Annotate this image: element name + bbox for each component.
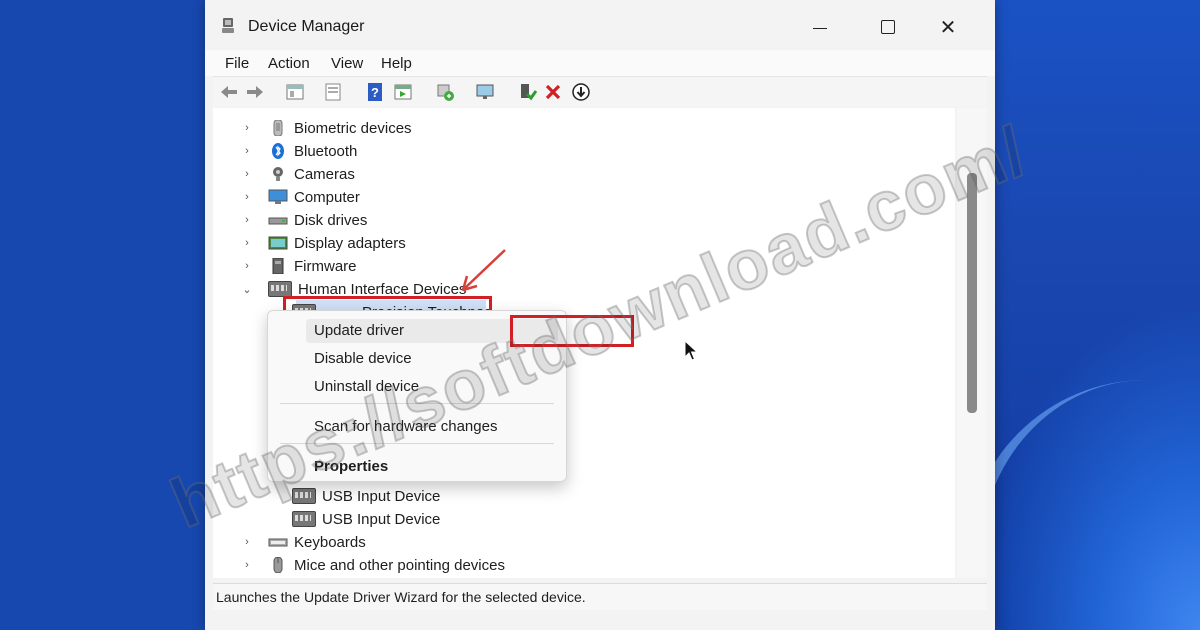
refresh-icon[interactable]	[323, 82, 343, 102]
update-icon[interactable]	[571, 82, 591, 102]
tree-node-label: USB Input Device	[322, 487, 441, 505]
maximize-button[interactable]	[868, 12, 908, 42]
desktop-background-left	[0, 0, 205, 630]
properties-icon[interactable]	[285, 82, 305, 102]
tree-node-label: Keyboards	[294, 533, 366, 551]
show-hidden-icon[interactable]	[393, 82, 413, 102]
chevron-right-icon[interactable]: ›	[241, 214, 253, 226]
chevron-right-icon[interactable]: ›	[241, 145, 253, 157]
chevron-right-icon[interactable]: ›	[241, 536, 253, 548]
tree-node-label: Firmware	[294, 257, 357, 275]
tree-category-fingerprint[interactable]: › Biometric devices	[245, 117, 412, 139]
firmware-icon	[272, 258, 284, 274]
tree-category-display[interactable]: › Display adapters	[245, 232, 406, 254]
tree-node-label: Cameras	[294, 165, 355, 183]
minimize-icon	[813, 27, 827, 29]
device-manager-icon	[222, 18, 234, 33]
chevron-down-icon[interactable]: ⌄	[241, 283, 253, 296]
computer-icon	[268, 189, 288, 204]
tree-category-computer[interactable]: › Computer	[245, 186, 360, 208]
window-title: Device Manager	[248, 18, 365, 35]
close-icon: ✕	[939, 16, 957, 39]
red-arrow-annotation	[461, 249, 506, 292]
monitor-icon[interactable]	[475, 82, 495, 102]
menu-help[interactable]: Help	[381, 55, 412, 72]
tree-node-label: Computer	[294, 188, 360, 206]
chevron-right-icon[interactable]: ›	[241, 122, 253, 134]
status-bar: Launches the Update Driver Wizard for th…	[213, 583, 987, 610]
mouse-cursor-icon	[684, 340, 699, 361]
tree-node-label: Biometric devices	[294, 119, 412, 137]
hid-icon	[268, 281, 292, 297]
mouse-icon	[273, 557, 283, 573]
tree-category-keyboard[interactable]: › Keyboards	[245, 531, 366, 553]
back-icon[interactable]	[219, 82, 239, 102]
disable-device-item[interactable]: Disable device	[314, 350, 412, 367]
tree-category-bluetooth[interactable]: › Bluetooth	[245, 140, 358, 162]
menu-bar: File Action View Help	[205, 50, 995, 76]
maximize-icon	[881, 20, 895, 34]
tree-node-label: Human Interface Devices	[298, 280, 467, 298]
tree-node-label: USB Input Device	[322, 510, 441, 528]
camera-icon	[273, 167, 283, 181]
menu-file[interactable]: File	[225, 55, 249, 72]
bluetooth-icon	[272, 143, 284, 159]
title-bar[interactable]: Device Manager ✕	[205, 0, 995, 50]
menu-view[interactable]: View	[331, 55, 363, 72]
toolbar: ?	[213, 76, 987, 107]
tree-category-disk[interactable]: › Disk drives	[245, 209, 368, 231]
chevron-right-icon[interactable]: ›	[241, 191, 253, 203]
keyboard-icon	[268, 538, 288, 547]
hid-icon	[292, 511, 316, 527]
tree-node-label: Bluetooth	[294, 142, 358, 160]
forward-icon[interactable]	[245, 82, 265, 102]
chevron-right-icon[interactable]: ›	[241, 260, 253, 272]
scan-icon[interactable]	[435, 82, 455, 102]
tree-node-label: Mice and other pointing devices	[294, 556, 505, 574]
status-text: Launches the Update Driver Wizard for th…	[216, 589, 586, 605]
enable-icon[interactable]	[517, 82, 537, 102]
tree-node-label: Disk drives	[294, 211, 368, 229]
tree-node-label: Display adapters	[294, 234, 406, 252]
chevron-right-icon[interactable]: ›	[241, 237, 253, 249]
chevron-right-icon[interactable]: ›	[241, 168, 253, 180]
disk-icon	[268, 217, 288, 225]
menu-action[interactable]: Action	[268, 55, 310, 72]
svg-text:?: ?	[371, 85, 379, 100]
display-icon	[268, 236, 288, 250]
uninstall-icon[interactable]	[543, 82, 563, 102]
help-icon[interactable]: ?	[365, 82, 385, 102]
minimize-button[interactable]	[800, 12, 840, 42]
tree-item-hid-device[interactable]: USB Input Device	[292, 508, 440, 530]
chevron-right-icon[interactable]: ›	[241, 559, 253, 571]
tree-category-camera[interactable]: › Cameras	[245, 163, 355, 185]
close-button[interactable]: ✕	[928, 12, 968, 42]
fingerprint-icon	[273, 120, 283, 136]
tree-category-mouse[interactable]: › Mice and other pointing devices	[245, 554, 505, 576]
tree-category-firmware[interactable]: › Firmware	[245, 255, 357, 277]
update-driver-item[interactable]: Update driver	[314, 322, 404, 339]
